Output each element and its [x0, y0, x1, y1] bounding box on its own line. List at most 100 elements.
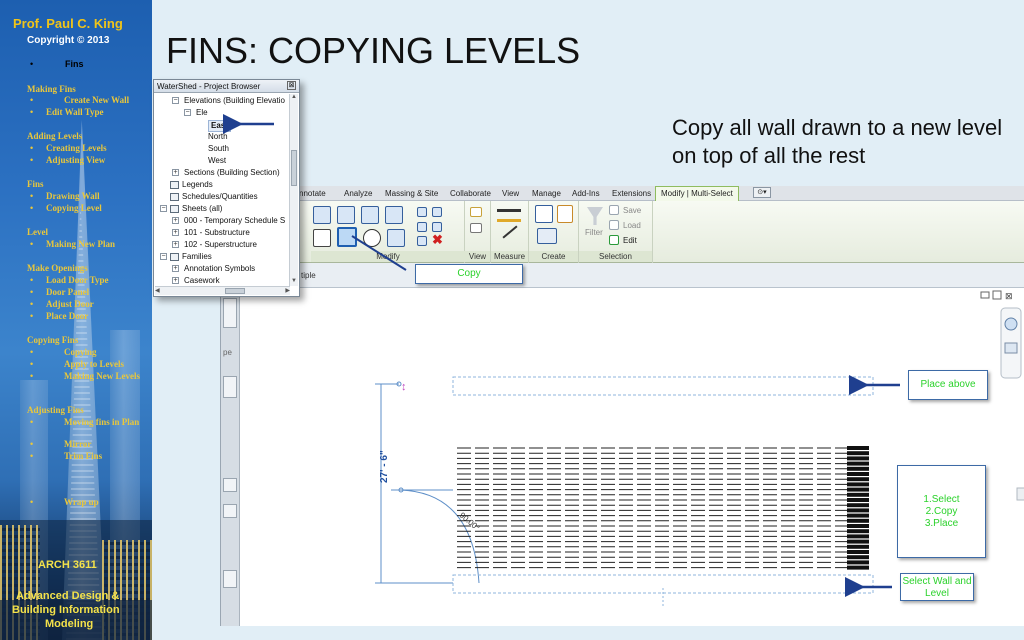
- dimension-icon[interactable]: [497, 219, 521, 222]
- nav-item[interactable]: Load Door Type: [46, 275, 109, 285]
- filter-icon[interactable]: [587, 207, 603, 225]
- nav-item[interactable]: Making New Levels: [64, 371, 144, 382]
- tree-item[interactable]: 101 - Substructure: [184, 228, 250, 238]
- split-gap-icon[interactable]: [432, 207, 442, 217]
- scroll-down-icon[interactable]: ▼: [290, 278, 298, 286]
- scrollbar-horizontal[interactable]: ◀ ▶: [155, 286, 290, 295]
- tree-item[interactable]: Annotation Symbols: [184, 264, 255, 274]
- load-button[interactable]: Load: [623, 221, 641, 230]
- pin-icon[interactable]: [417, 236, 427, 246]
- filter-button[interactable]: Filter: [585, 228, 603, 237]
- tab-analyze[interactable]: Analyze: [344, 189, 372, 198]
- measure-icon[interactable]: [497, 209, 521, 212]
- lightbulb-icon[interactable]: [470, 207, 482, 217]
- tree-item[interactable]: West: [208, 156, 226, 166]
- nav-item[interactable]: Copying Level: [46, 203, 102, 213]
- tab-massing[interactable]: Massing & Site: [385, 189, 438, 198]
- tab-addins[interactable]: Add-Ins: [572, 189, 600, 198]
- scroll-up-icon[interactable]: ▲: [290, 94, 298, 102]
- tree-toggle-icon[interactable]: +: [172, 265, 179, 272]
- copy-icon[interactable]: [337, 227, 357, 247]
- tree-toggle-icon[interactable]: +: [172, 277, 179, 284]
- nav-item[interactable]: Creating Levels: [46, 143, 107, 153]
- tree-toggle-icon[interactable]: −: [172, 97, 179, 104]
- hscroll-thumb[interactable]: [225, 288, 245, 294]
- scroll-thumb[interactable]: [291, 150, 297, 186]
- nav-section[interactable]: Copying Fins: [27, 335, 78, 345]
- close-icon[interactable]: ⊠: [287, 81, 296, 90]
- tree-item[interactable]: Elevations (Building Elevatio: [184, 96, 285, 106]
- scale-icon[interactable]: [432, 222, 442, 232]
- tree-toggle-icon[interactable]: +: [172, 229, 179, 236]
- scroll-box[interactable]: [223, 376, 237, 398]
- nav-item[interactable]: Apply to Levels: [64, 359, 124, 369]
- nav-item[interactable]: Copying: [64, 347, 97, 357]
- edit-button[interactable]: Edit: [623, 236, 637, 245]
- nav-item[interactable]: Mirror: [64, 439, 91, 449]
- multiple-option[interactable]: tiple: [301, 271, 316, 280]
- tree-item[interactable]: North: [208, 132, 228, 142]
- nav-section[interactable]: Level: [27, 227, 48, 237]
- tree-item[interactable]: 000 - Temporary Schedule S: [184, 216, 285, 226]
- tab-manage[interactable]: Manage: [532, 189, 561, 198]
- delete-icon[interactable]: ✖: [432, 232, 443, 248]
- nav-item[interactable]: Wrap up: [64, 497, 99, 507]
- create-assembly-icon[interactable]: [557, 205, 573, 223]
- nav-item[interactable]: Place Door: [46, 311, 88, 321]
- create-parts-icon[interactable]: [537, 228, 557, 244]
- tree-item[interactable]: South: [208, 144, 229, 154]
- array-icon[interactable]: [417, 222, 427, 232]
- aligned-dimension-icon[interactable]: [502, 225, 518, 239]
- create-group-icon[interactable]: [535, 205, 553, 223]
- tab-view[interactable]: View: [502, 189, 519, 198]
- nav-item[interactable]: Making New Plan: [46, 239, 115, 249]
- tree-item[interactable]: East: [208, 120, 231, 132]
- tree-item[interactable]: Legends: [182, 180, 213, 190]
- nav-item[interactable]: Adjust Door: [46, 299, 94, 309]
- tree-toggle-icon[interactable]: +: [172, 169, 179, 176]
- tree-item[interactable]: Sections (Building Section): [184, 168, 280, 178]
- split-icon[interactable]: [417, 207, 427, 217]
- nav-item[interactable]: Moving fins in Plan: [64, 417, 144, 428]
- nav-item[interactable]: Adjusting View: [46, 155, 105, 165]
- mirror-icon[interactable]: [361, 206, 379, 224]
- scroll-left-icon[interactable]: ◀: [155, 287, 160, 294]
- nav-item[interactable]: Drawing Wall: [46, 191, 100, 201]
- offset-icon[interactable]: [337, 206, 355, 224]
- tree-item[interactable]: 102 - Superstructure: [184, 240, 257, 250]
- scrollbar-vertical[interactable]: ▲ ▼: [289, 94, 298, 286]
- tree-item[interactable]: Sheets (all): [182, 204, 222, 214]
- tab-annotate[interactable]: nnotate: [299, 189, 326, 198]
- nav-item[interactable]: Trim Fins: [64, 451, 102, 461]
- nav-section[interactable]: Making Fins: [27, 84, 76, 94]
- tree-toggle-icon[interactable]: +: [172, 241, 179, 248]
- tab-collaborate[interactable]: Collaborate: [450, 189, 491, 198]
- tree-item[interactable]: Ele: [196, 108, 208, 118]
- tree-item[interactable]: Casework: [184, 276, 220, 286]
- move-icon[interactable]: [313, 229, 331, 247]
- rotate-icon[interactable]: [363, 229, 381, 247]
- tab-extensions[interactable]: Extensions: [612, 189, 651, 198]
- nav-section[interactable]: Adding Levels: [27, 131, 82, 141]
- tree-toggle-icon[interactable]: −: [184, 109, 191, 116]
- step-copy: 2.Copy: [925, 506, 958, 517]
- nav-section[interactable]: Adjusting Fins: [27, 405, 84, 415]
- brush-icon[interactable]: [470, 223, 482, 233]
- nav-item[interactable]: Create New Wall: [64, 95, 129, 105]
- nav-item[interactable]: Door Panel: [46, 287, 89, 297]
- nav-section[interactable]: Fins: [27, 179, 44, 189]
- align-icon[interactable]: [313, 206, 331, 224]
- tree-item[interactable]: Schedules/Quantities: [182, 192, 258, 202]
- tree-toggle-icon[interactable]: +: [172, 217, 179, 224]
- mirror-draw-icon[interactable]: [385, 206, 403, 224]
- tree-toggle-icon[interactable]: −: [160, 205, 167, 212]
- nav-section[interactable]: Make Openings: [27, 263, 88, 273]
- tree-item[interactable]: Families: [182, 252, 212, 262]
- save-button[interactable]: Save: [623, 206, 641, 215]
- trim-icon[interactable]: [387, 229, 405, 247]
- scroll-right-icon[interactable]: ▶: [285, 287, 290, 294]
- tree-toggle-icon[interactable]: −: [160, 253, 167, 260]
- tab-modify-multiselect[interactable]: Modify | Multi-Select: [655, 186, 739, 201]
- nav-item[interactable]: Edit Wall Type: [46, 107, 104, 117]
- dropdown-icon[interactable]: ⊙▾: [753, 187, 771, 198]
